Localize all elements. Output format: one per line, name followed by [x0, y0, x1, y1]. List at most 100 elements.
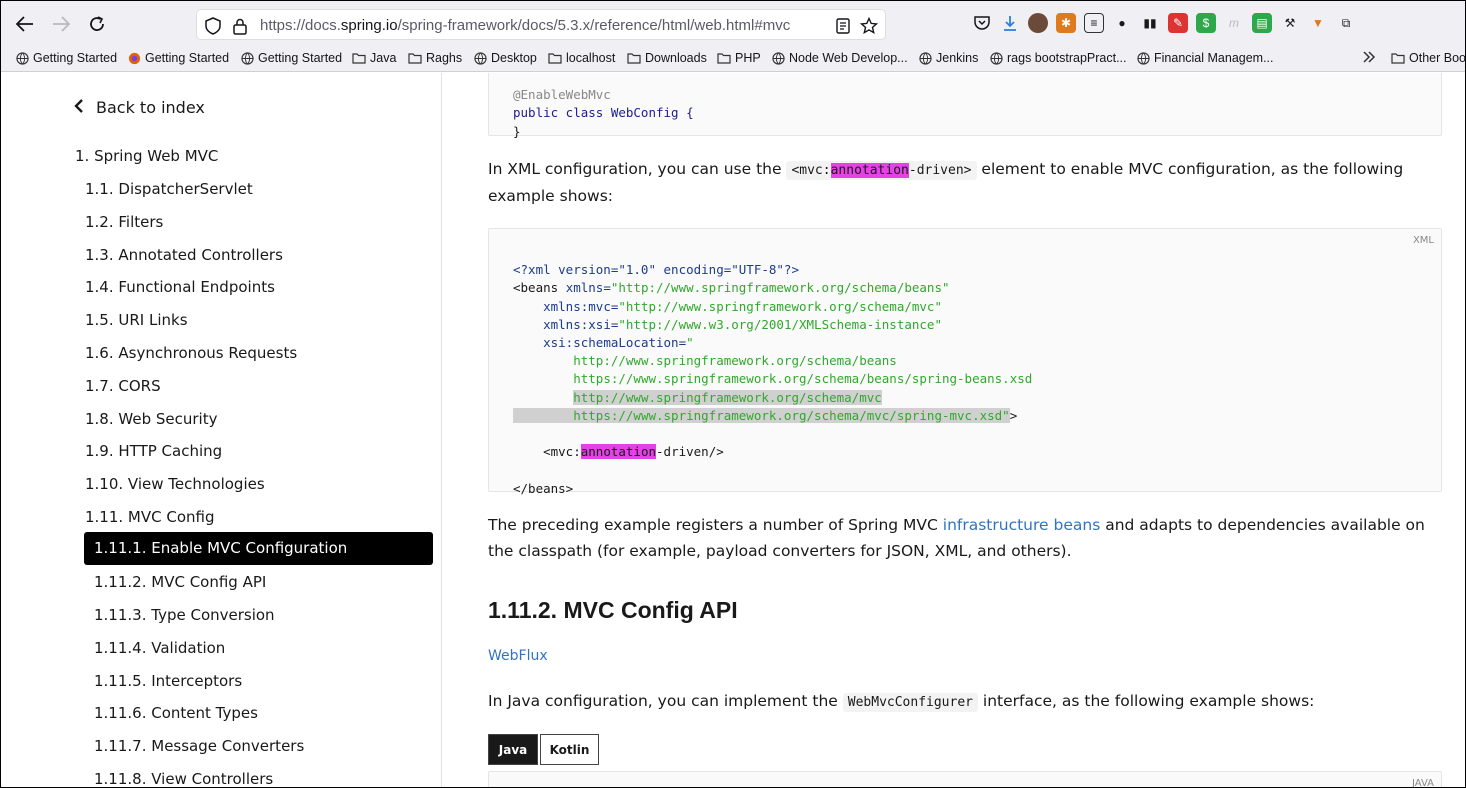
avatar-icon[interactable]: [1028, 13, 1048, 33]
toc-item-http-caching[interactable]: 1.9. HTTP Caching: [85, 442, 222, 460]
reader-view-icon[interactable]: [833, 16, 853, 36]
extension-red-icon[interactable]: ✎: [1168, 13, 1188, 33]
bookmark-item[interactable]: rags bootstrapPract...: [989, 51, 1127, 65]
chevron-left-icon: [74, 98, 84, 117]
text-span: In Java configuration, you can implement…: [488, 692, 843, 710]
bookmark-item[interactable]: localhost: [548, 51, 615, 65]
toc-item-message-converters[interactable]: 1.11.7. Message Converters: [94, 737, 304, 755]
extension-green-icon[interactable]: $: [1196, 13, 1216, 33]
toc-item-content-types[interactable]: 1.11.6. Content Types: [94, 704, 258, 722]
extension-m-icon[interactable]: m: [1224, 13, 1244, 33]
toc-item-interceptors[interactable]: 1.11.5. Interceptors: [94, 672, 242, 690]
bookmark-item[interactable]: Getting Started: [240, 51, 342, 65]
extension-toolbar: ✱ ≡ ● ▮▮ ✎ $ m ▤ ⚒ ▼ ⧉: [972, 13, 1356, 33]
code-span: <mvc:: [791, 163, 831, 178]
xml-code-block: XML <?xml version="1.0" encoding="UTF-8"…: [488, 228, 1442, 496]
bookmark-item[interactable]: Desktop: [473, 51, 537, 65]
download-icon[interactable]: [1000, 13, 1020, 33]
code-line: public class WebConfig {: [513, 105, 694, 121]
tab-kotlin[interactable]: Kotlin: [540, 734, 599, 765]
text-span: interface, as the following example show…: [978, 692, 1315, 710]
webflux-link[interactable]: WebFlux: [488, 644, 1438, 670]
shield-icon[interactable]: [203, 16, 223, 36]
extension-dot-icon[interactable]: ●: [1112, 13, 1132, 33]
toc-item-validation[interactable]: 1.11.4. Validation: [94, 639, 225, 657]
toc-item-view-controllers[interactable]: 1.11.8. View Controllers: [94, 770, 273, 788]
bookmark-item[interactable]: Raghs: [408, 51, 462, 65]
toc-item-mvc-config[interactable]: 1.11. MVC Config: [85, 508, 215, 526]
folder-icon: [627, 51, 641, 65]
code-span: xmlns:mvc=: [543, 298, 619, 314]
bookmark-item[interactable]: PHP: [717, 51, 761, 65]
bookmark-item[interactable]: Financial Managem...: [1136, 51, 1274, 65]
code-span: xsi:schemaLocation=: [543, 335, 687, 351]
bookmark-star-icon[interactable]: [859, 16, 879, 36]
toc-item-annotated-controllers[interactable]: 1.3. Annotated Controllers: [85, 246, 283, 264]
extensions-puzzle-icon[interactable]: ⧉: [1336, 13, 1356, 33]
toc-item-enable-mvc-configuration[interactable]: 1.11.1. Enable MVC Configuration: [84, 532, 433, 565]
toc-item-cors[interactable]: 1.7. CORS: [85, 377, 161, 395]
folder-icon: [408, 51, 422, 65]
code-line: @EnableWebMvc: [513, 87, 611, 103]
bookmark-item[interactable]: Java: [352, 51, 396, 65]
toc-item-dispatcherservlet[interactable]: 1.1. DispatcherServlet: [85, 180, 253, 198]
code-span: "http://www.springframework.org/schema/b…: [610, 280, 950, 296]
toc-item-uri-links[interactable]: 1.5. URI Links: [85, 311, 188, 329]
forward-arrow-icon[interactable]: [48, 11, 74, 37]
globe-icon: [15, 51, 29, 65]
globe-icon: [918, 51, 932, 65]
toc-item-spring-web-mvc[interactable]: 1. Spring Web MVC: [75, 147, 218, 165]
toc-sidebar: Back to index 1. Spring Web MVC 1.1. Dis…: [0, 73, 442, 788]
infrastructure-beans-link[interactable]: infrastructure beans: [943, 516, 1101, 534]
main-content: @EnableWebMvc public class WebConfig { }…: [443, 73, 1466, 788]
back-to-index-link[interactable]: Back to index: [74, 98, 205, 117]
globe-icon: [771, 51, 785, 65]
section-heading: 1.11.2. MVC Config API: [488, 597, 738, 623]
bookmark-item[interactable]: Getting Started: [127, 51, 229, 65]
inline-code: WebMvcConfigurer: [842, 693, 978, 712]
java-code-block: @EnableWebMvc public class WebConfig { }: [488, 73, 1442, 139]
pocket-icon[interactable]: [972, 13, 992, 33]
search-highlight: annotation: [830, 163, 909, 178]
clipboard-icon[interactable]: ≡: [1084, 13, 1104, 33]
extension-orange-icon[interactable]: ✱: [1056, 13, 1076, 33]
bookmark-item[interactable]: Downloads: [627, 51, 707, 65]
tab-java[interactable]: Java: [488, 734, 538, 765]
back-arrow-icon[interactable]: [12, 11, 38, 37]
code-line: <?xml version="1.0" encoding="UTF-8"?>: [513, 262, 799, 278]
reading-list-icon[interactable]: ▮▮: [1140, 13, 1160, 33]
code-span: "http://www.w3.org/2001/XMLSchema-instan…: [618, 316, 942, 332]
toc-item-mvc-config-api[interactable]: 1.11.2. MVC Config API: [94, 573, 266, 591]
paragraph-infrastructure: The preceding example registers a number…: [488, 513, 1438, 564]
toc-item-type-conversion[interactable]: 1.11.3. Type Conversion: [94, 606, 275, 624]
browser-toolbar: https://docs.spring.io/spring-framework/…: [0, 0, 1466, 46]
lock-icon[interactable]: [230, 16, 250, 36]
bookmarks-overflow-icon[interactable]: [1362, 51, 1376, 63]
extension-tool-icon[interactable]: ⚒: [1280, 13, 1300, 33]
toc-item-view-technologies[interactable]: 1.10. View Technologies: [85, 475, 265, 493]
toc-item-asynchronous-requests[interactable]: 1.6. Asynchronous Requests: [85, 344, 297, 362]
toc-item-web-security[interactable]: 1.8. Web Security: [85, 410, 217, 428]
globe-icon: [240, 51, 254, 65]
metamask-fox-icon[interactable]: ▼: [1308, 13, 1328, 33]
extension-note-icon[interactable]: ▤: [1252, 13, 1272, 33]
inline-code: <mvc:annotation-driven>: [786, 161, 977, 180]
folder-icon: [352, 51, 366, 65]
selected-code-line: http://www.springframework.org/schema/mv…: [573, 389, 882, 405]
code-span: -driven>: [908, 163, 972, 178]
toc-item-filters[interactable]: 1.2. Filters: [85, 213, 163, 231]
bookmark-item[interactable]: Node Web Develop...: [771, 51, 908, 65]
bookmark-item[interactable]: Getting Started: [15, 51, 117, 65]
code-language-label: JAVA: [1411, 778, 1434, 788]
code-span: ": [686, 335, 694, 351]
reload-icon[interactable]: [84, 11, 110, 37]
bookmark-item[interactable]: Other Boo: [1391, 51, 1466, 65]
back-to-index-label: Back to index: [96, 98, 205, 117]
text-span: The preceding example registers a number…: [488, 516, 943, 534]
bookmark-item[interactable]: Jenkins: [918, 51, 978, 65]
code-span: >: [1009, 407, 1018, 423]
address-bar[interactable]: https://docs.spring.io/spring-framework/…: [196, 9, 886, 40]
toc-item-functional-endpoints[interactable]: 1.4. Functional Endpoints: [85, 278, 275, 296]
java-config-code-block: JAVA: [488, 771, 1442, 788]
firefox-icon: [127, 51, 141, 65]
